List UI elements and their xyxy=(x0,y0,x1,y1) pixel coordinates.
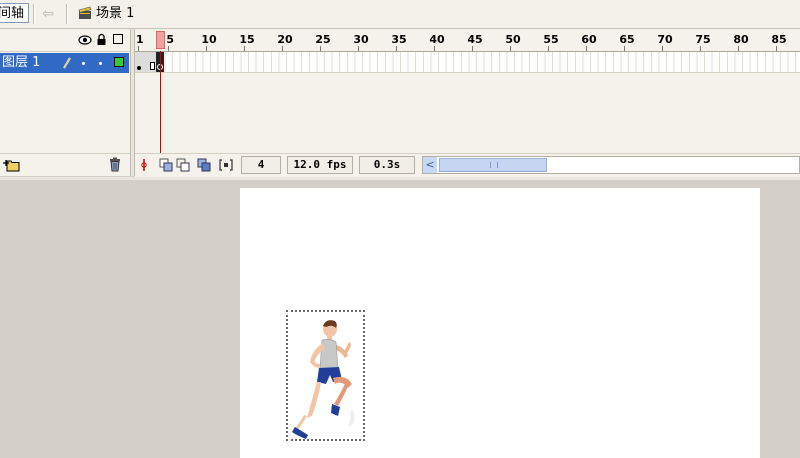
ruler-tick-30: 30 xyxy=(353,33,369,46)
ruler-tick-60: 60 xyxy=(581,33,597,46)
playhead[interactable] xyxy=(156,31,165,49)
scroll-thumb[interactable] xyxy=(439,158,547,172)
ruler-tick-5: 5 xyxy=(166,33,175,46)
center-frame-icon[interactable] xyxy=(137,158,151,172)
layers-header xyxy=(0,29,130,52)
ruler-tick-mark xyxy=(700,46,702,51)
timeline-panel: 图层 1 1 5 10 15 20 25 30 35 40 45 50 55 6… xyxy=(0,29,800,177)
ruler-tick-mark xyxy=(624,46,626,51)
ruler-tick-mark xyxy=(244,46,246,51)
ruler-tick-35: 35 xyxy=(391,33,407,46)
ruler-tick-mark xyxy=(472,46,474,51)
ruler-tick-mark xyxy=(662,46,664,51)
ruler-tick-70: 70 xyxy=(657,33,673,46)
back-arrow-icon[interactable]: ⇦ xyxy=(40,5,56,23)
trash-icon[interactable] xyxy=(108,157,122,172)
ruler-tick-mark xyxy=(168,46,170,51)
ruler-tick-mark xyxy=(434,46,436,51)
modify-onion-markers-icon[interactable] xyxy=(219,158,233,172)
ruler-tick-mark xyxy=(138,46,139,51)
ruler-tick-mark xyxy=(206,46,208,51)
playhead-line xyxy=(160,51,161,153)
frame-ruler[interactable]: 1 5 10 15 20 25 30 35 40 45 50 55 60 65 70 75 80 85 xyxy=(135,29,800,52)
layers-panel: 图层 1 xyxy=(0,29,131,176)
ruler-tick-mark xyxy=(548,46,550,51)
ruler-tick-15: 15 xyxy=(239,33,255,46)
runner-symbol[interactable] xyxy=(286,310,365,441)
elapsed-time-field: 0.3s xyxy=(359,156,415,174)
lock-all-icon[interactable] xyxy=(96,33,107,46)
edit-multiple-frames-icon[interactable] xyxy=(197,158,211,172)
onion-skin-icon[interactable] xyxy=(159,158,173,172)
ruler-tick-65: 65 xyxy=(619,33,635,46)
toolbar-separator xyxy=(66,4,68,24)
ruler-tick-mark xyxy=(510,46,512,51)
layers-footer xyxy=(0,153,130,177)
ruler-tick-mark xyxy=(738,46,740,51)
outline-all-icon[interactable] xyxy=(113,34,123,44)
ruler-tick-80: 80 xyxy=(733,33,749,46)
ruler-tick-75: 75 xyxy=(695,33,711,46)
ruler-tick-85: 85 xyxy=(771,33,787,46)
layer-outline-swatch[interactable] xyxy=(114,57,124,67)
frames-area: 1 5 10 15 20 25 30 35 40 45 50 55 60 65 70 75 80 85 xyxy=(135,29,800,177)
toolbar-separator xyxy=(33,4,35,24)
ruler-tick-10: 10 xyxy=(201,33,217,46)
scene-breadcrumb[interactable]: 场景 1 xyxy=(96,4,134,24)
ruler-tick-mark xyxy=(320,46,322,51)
layer-name[interactable]: 图层 1 xyxy=(2,54,40,72)
ruler-tick-25: 25 xyxy=(315,33,331,46)
pencil-icon xyxy=(63,57,71,69)
show-hide-all-eye-icon[interactable] xyxy=(78,34,92,46)
runner-image xyxy=(292,320,355,439)
timeline-toggle-button[interactable]: 间轴 xyxy=(0,3,29,23)
ruler-tick-mark xyxy=(776,46,778,51)
add-layer-folder-icon[interactable] xyxy=(2,157,20,172)
ruler-tick-20: 20 xyxy=(277,33,293,46)
layer-frames-row[interactable] xyxy=(135,52,800,73)
current-frame-field: 4 xyxy=(241,156,281,174)
clapperboard-icon xyxy=(78,6,92,19)
onion-skin-outlines-icon[interactable] xyxy=(176,158,190,172)
ruler-tick-1: 1 xyxy=(136,33,144,46)
keyframe-dot xyxy=(137,66,141,70)
ruler-tick-50: 50 xyxy=(505,33,521,46)
ruler-tick-55: 55 xyxy=(543,33,559,46)
ruler-tick-mark xyxy=(586,46,588,51)
frame-rate-field[interactable]: 12.0 fps xyxy=(287,156,353,174)
ruler-tick-mark xyxy=(396,46,398,51)
end-frame-marker xyxy=(150,62,155,70)
ruler-tick-mark xyxy=(282,46,284,51)
scroll-grip xyxy=(490,162,498,168)
timeline-status-bar: 4 12.0 fps 0.3s < xyxy=(135,153,800,177)
ruler-tick-45: 45 xyxy=(467,33,483,46)
scroll-left-arrow-icon[interactable]: < xyxy=(423,157,437,173)
layer-visible-dot[interactable] xyxy=(82,62,85,65)
timeline-horizontal-scrollbar[interactable]: < xyxy=(422,156,800,174)
layer-lock-dot[interactable] xyxy=(99,62,102,65)
edit-bar: 间轴 ⇦ 场景 1 xyxy=(0,0,800,29)
layer-row[interactable]: 图层 1 xyxy=(0,53,129,73)
ruler-tick-mark xyxy=(358,46,360,51)
ruler-tick-40: 40 xyxy=(429,33,445,46)
